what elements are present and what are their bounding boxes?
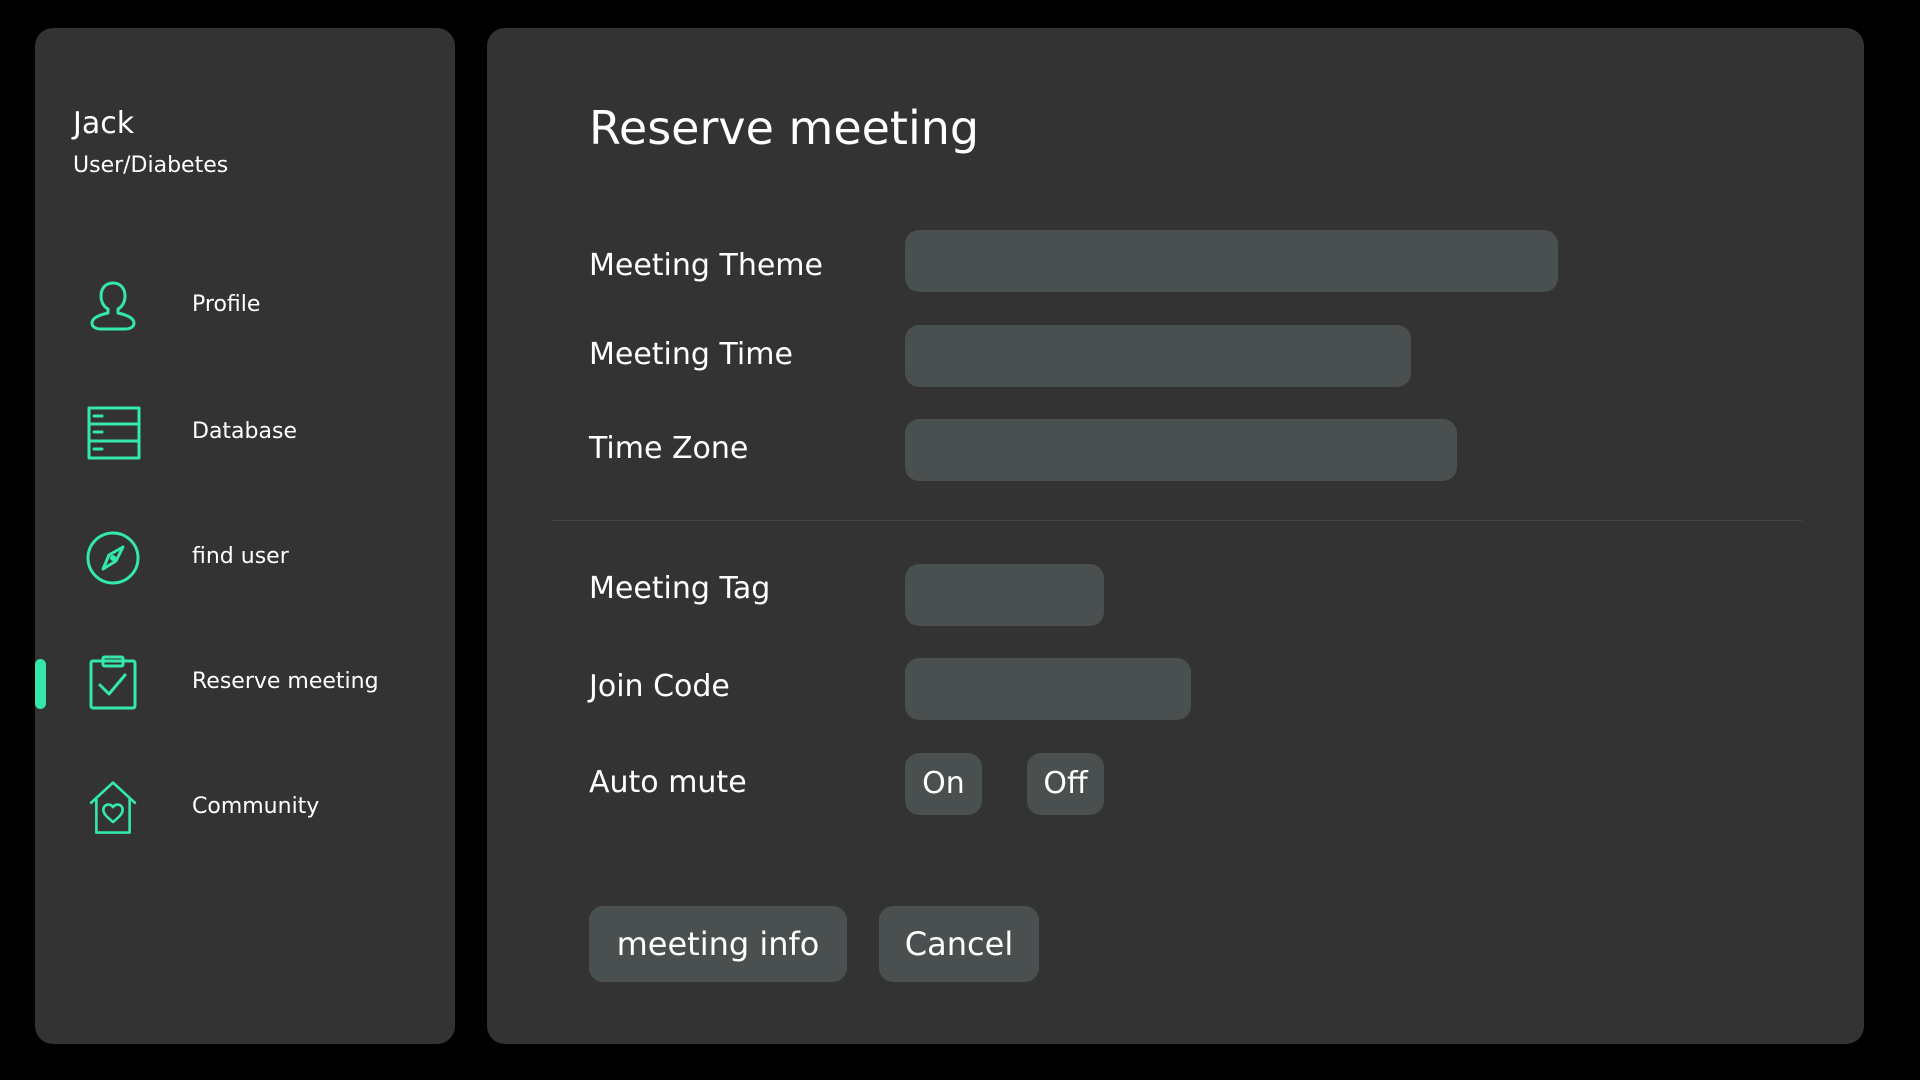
auto-mute-label: Auto mute [589,765,747,800]
sidebar-item-database[interactable]: Database [35,397,455,467]
sidebar-item-reserve-meeting[interactable]: Reserve meeting [35,647,455,717]
sidebar-item-community[interactable]: Community [35,772,455,842]
meeting-tag-label: Meeting Tag [589,571,771,606]
time-zone-input[interactable] [905,419,1457,481]
sidebar-item-find-user[interactable]: find user [35,522,455,592]
meeting-time-label: Meeting Time [589,337,793,372]
clipboard-check-icon [85,655,141,711]
meeting-time-input[interactable] [905,325,1411,387]
meeting-info-button[interactable]: meeting info [589,906,847,982]
active-indicator [35,659,46,709]
join-code-label: Join Code [589,669,730,704]
user-role: User/Diabetes [73,153,229,178]
auto-mute-off-button[interactable]: Off [1027,753,1104,815]
sidebar-item-label: Reserve meeting [192,669,379,694]
list-document-icon [85,405,141,461]
sidebar-item-label: find user [192,544,289,569]
meeting-theme-label: Meeting Theme [589,248,823,283]
sidebar: Jack User/Diabetes Profile Database find… [35,28,455,1044]
meeting-tag-input[interactable] [905,564,1104,626]
house-heart-icon [85,780,141,836]
sidebar-item-label: Profile [192,292,261,317]
sidebar-item-label: Community [192,794,320,819]
cancel-button[interactable]: Cancel [879,906,1039,982]
person-icon [85,278,141,334]
join-code-input[interactable] [905,658,1191,720]
main-panel: Reserve meeting Meeting Theme Meeting Ti… [487,28,1864,1044]
page-title: Reserve meeting [589,101,980,155]
sidebar-item-label: Database [192,419,297,444]
compass-icon [85,530,141,586]
section-divider [552,520,1802,521]
time-zone-label: Time Zone [589,431,749,466]
meeting-theme-input[interactable] [905,230,1558,292]
sidebar-item-profile[interactable]: Profile [35,270,455,340]
auto-mute-on-button[interactable]: On [905,753,982,815]
user-name: Jack [73,106,135,141]
